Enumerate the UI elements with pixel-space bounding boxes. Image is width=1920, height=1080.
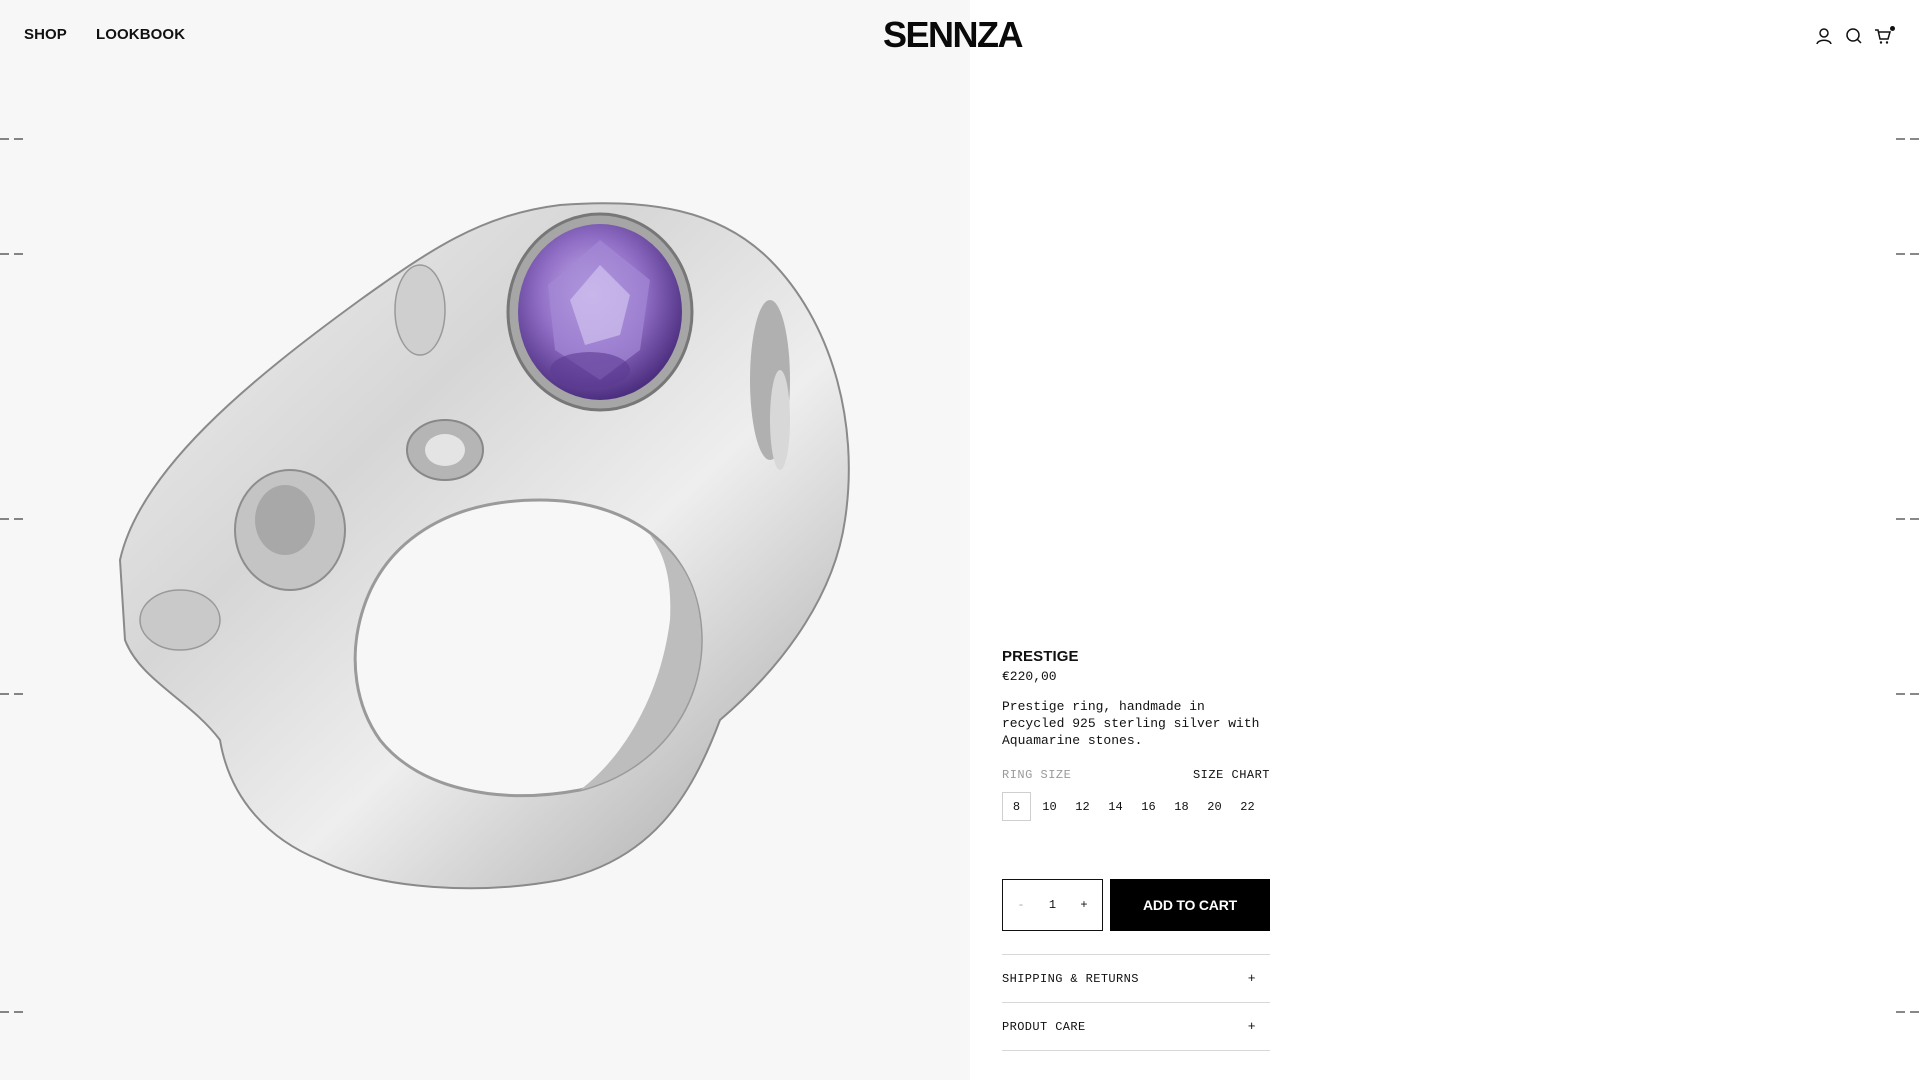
size-option[interactable]: 22: [1233, 792, 1262, 821]
product-title: PRESTIGE: [1002, 648, 1079, 665]
accordion-product-care[interactable]: PRODUT CARE +: [1002, 1003, 1270, 1051]
edge-tick-mark: [0, 693, 23, 695]
size-option[interactable]: 8: [1002, 792, 1031, 821]
quantity-value[interactable]: 1: [1049, 898, 1056, 912]
size-option[interactable]: 18: [1167, 792, 1196, 821]
edge-tick-mark: [1896, 1011, 1919, 1013]
size-option[interactable]: 10: [1035, 792, 1064, 821]
accordion-shipping-returns[interactable]: SHIPPING & RETURNS +: [1002, 955, 1270, 1003]
ring-size-header: RING SIZE SIZE CHART: [1002, 768, 1270, 782]
product-accordion: SHIPPING & RETURNS + PRODUT CARE +: [1002, 954, 1270, 1051]
edge-tick-mark: [0, 253, 23, 255]
site-header: SHOP LOOKBOOK SENNZA: [0, 0, 1920, 72]
size-option[interactable]: 20: [1200, 792, 1229, 821]
search-icon[interactable]: [1844, 26, 1864, 46]
edge-tick-mark: [1896, 693, 1919, 695]
product-image: [118, 202, 850, 890]
site-logo[interactable]: SENNZA: [883, 14, 1024, 56]
product-info: PRESTIGE €220,00 Prestige ring, handmade…: [1002, 648, 1270, 1051]
ring-size-label: RING SIZE: [1002, 768, 1072, 782]
product-image-panel: [0, 0, 970, 1080]
size-option[interactable]: 12: [1068, 792, 1097, 821]
purchase-row: - 1 + ADD TO CART: [1002, 879, 1270, 931]
size-option[interactable]: 14: [1101, 792, 1130, 821]
add-to-cart-button[interactable]: ADD TO CART: [1110, 879, 1270, 931]
edge-tick-mark: [1896, 138, 1919, 140]
edge-tick-mark: [0, 1011, 23, 1013]
edge-tick-mark: [0, 518, 23, 520]
product-description: Prestige ring, handmade in recycled 925 …: [1002, 699, 1260, 748]
ring-size-options: 8 10 12 14 16 18 20 22: [1002, 792, 1270, 821]
plus-icon: +: [1247, 971, 1256, 986]
quantity-decrease-button[interactable]: -: [1013, 898, 1029, 912]
accordion-label: PRODUT CARE: [1002, 1019, 1086, 1034]
nav-shop-link[interactable]: SHOP: [24, 26, 67, 43]
accordion-label: SHIPPING & RETURNS: [1002, 971, 1139, 986]
size-chart-link[interactable]: SIZE CHART: [1193, 768, 1270, 782]
size-option[interactable]: 16: [1134, 792, 1163, 821]
nav-lookbook-link[interactable]: LOOKBOOK: [96, 26, 185, 43]
edge-tick-mark: [1896, 518, 1919, 520]
product-price: €220,00: [1002, 669, 1057, 684]
cart-count-dot: [1890, 26, 1895, 31]
plus-icon: +: [1247, 1019, 1256, 1034]
account-icon[interactable]: [1814, 26, 1834, 46]
edge-tick-mark: [0, 138, 23, 140]
edge-tick-mark: [1896, 253, 1919, 255]
quantity-stepper: - 1 +: [1002, 879, 1103, 931]
quantity-increase-button[interactable]: +: [1076, 898, 1092, 912]
